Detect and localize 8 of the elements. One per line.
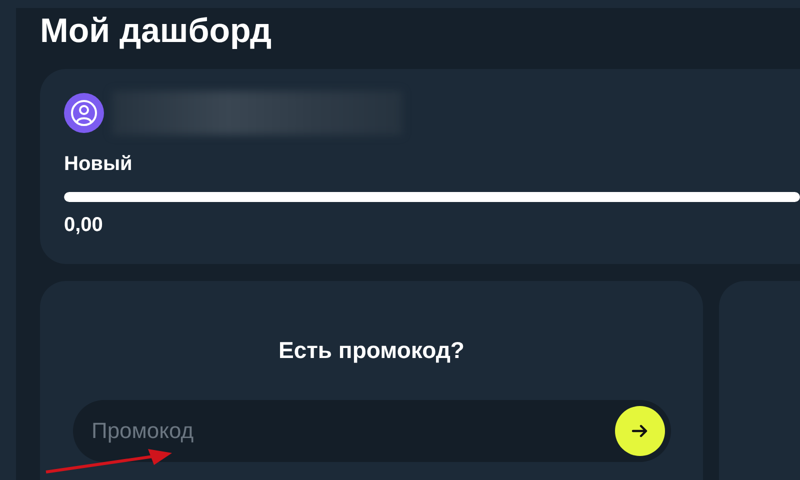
submit-button[interactable] [614, 406, 664, 456]
status-label: Новый [64, 153, 134, 176]
avatar-icon [64, 93, 104, 133]
promo-form[interactable]: Промокод [72, 400, 670, 462]
balance-value: 0,00 [64, 214, 104, 237]
page-title: Мой дашборд [40, 11, 273, 52]
promo-code-field[interactable]: Промокод [90, 417, 614, 445]
promo-title: Есть промокод? [278, 337, 464, 364]
